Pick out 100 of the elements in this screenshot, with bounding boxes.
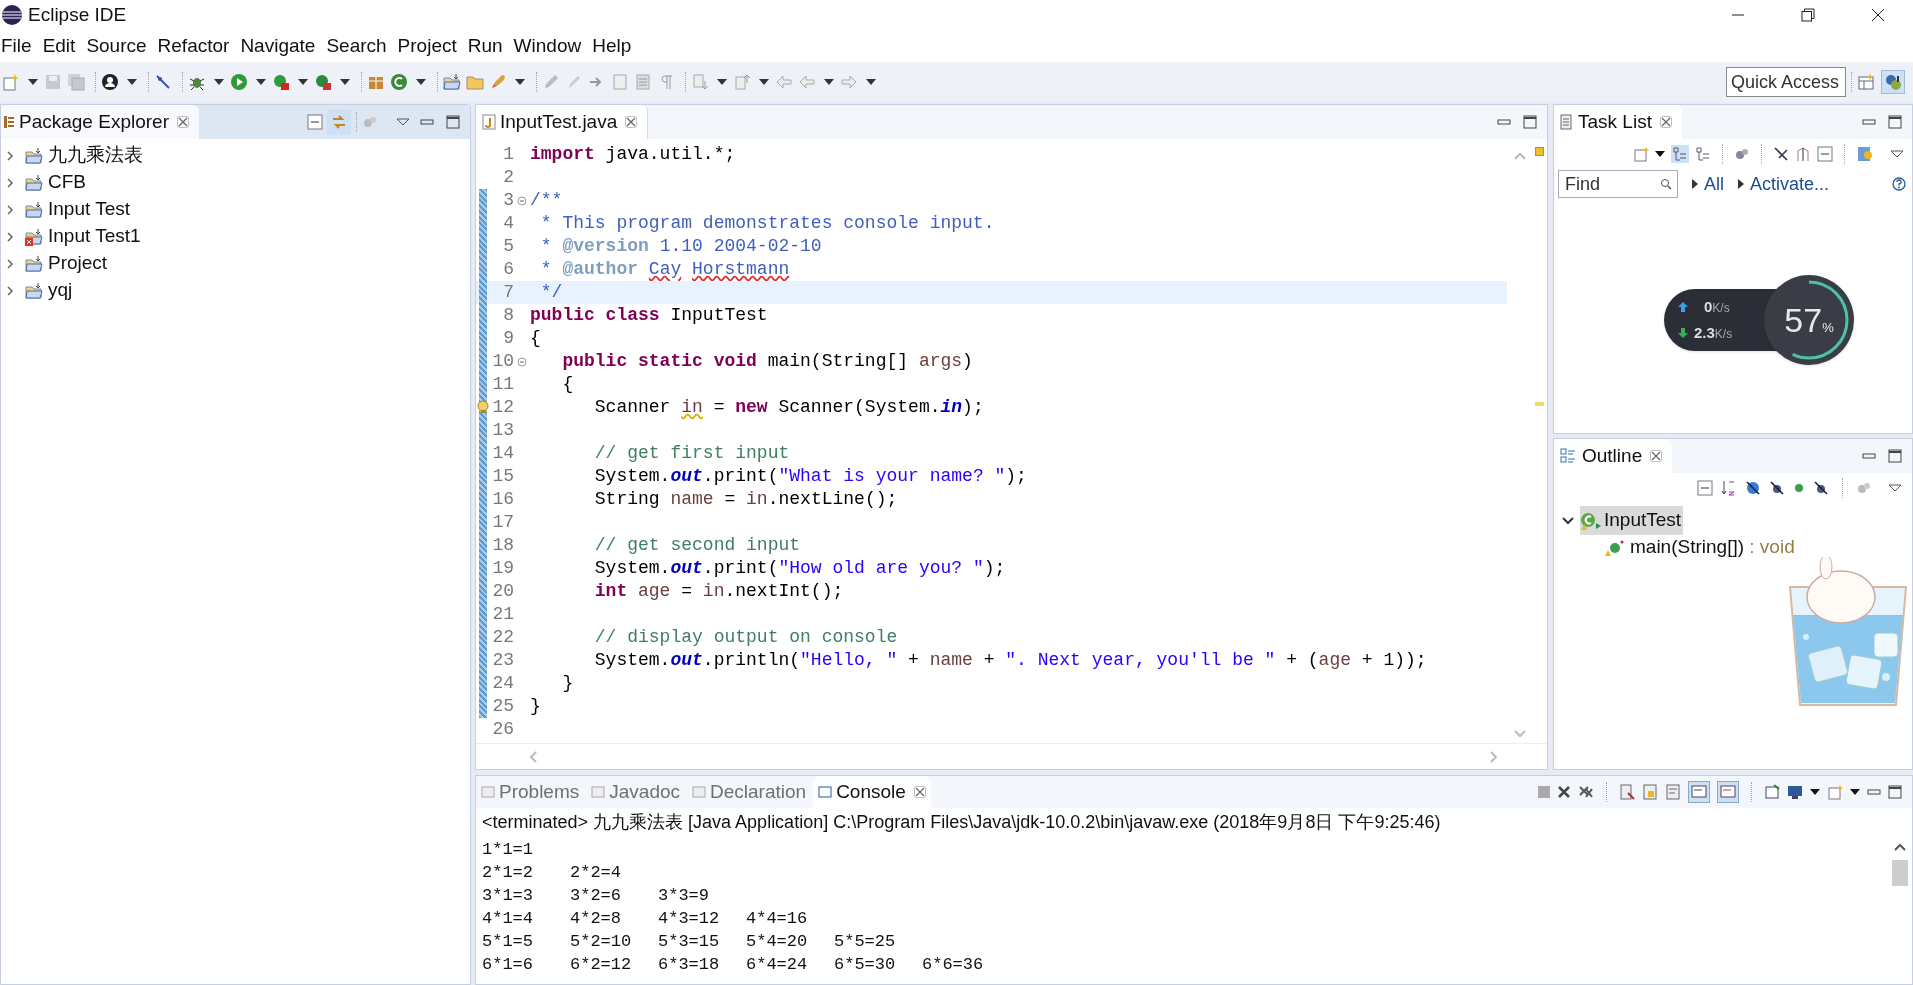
menu-item[interactable]: Run (466, 31, 513, 61)
outline-item[interactable]: InputTest (1580, 506, 1684, 535)
package-explorer-tab[interactable]: Package Explorer (1, 105, 199, 139)
filter-link[interactable]: Activate... (1750, 170, 1830, 198)
warning-marker[interactable] (1535, 147, 1544, 156)
outline-tab[interactable]: Outline (1554, 439, 1673, 473)
project-item[interactable]: Input Test1 (1, 223, 470, 250)
project-item[interactable]: CFB (1, 169, 470, 196)
outline-item[interactable]: main(String[]) : void (1604, 534, 1912, 561)
close-icon[interactable] (1659, 116, 1672, 128)
editor-tab[interactable]: InputTest.java (476, 105, 649, 139)
maximize-icon[interactable] (1523, 115, 1537, 129)
menu-item[interactable]: Navigate (239, 31, 326, 61)
java-perspective-button[interactable] (1881, 70, 1905, 94)
menu-item[interactable]: Refactor (156, 31, 240, 61)
view-tab[interactable]: Javadoc (586, 776, 686, 808)
maximize-icon[interactable] (1888, 115, 1902, 129)
pin-console-icon[interactable] (1764, 784, 1780, 800)
close-icon[interactable] (625, 116, 638, 128)
filter-link[interactable]: All (1704, 170, 1724, 198)
view-tab[interactable]: Console (813, 776, 931, 808)
menu-item[interactable]: Search (325, 31, 397, 61)
folder-icon[interactable] (466, 73, 484, 91)
open-folder-icon[interactable] (443, 73, 461, 91)
chevron-right-icon[interactable] (5, 285, 15, 296)
fold-icon[interactable] (517, 195, 527, 206)
clear-console-icon[interactable] (1619, 784, 1635, 800)
view-menu-icon[interactable] (1888, 484, 1902, 492)
collapse-all-icon[interactable] (1817, 146, 1833, 162)
show-on-output-button[interactable] (1688, 781, 1710, 803)
collapse-all-icon[interactable] (307, 114, 323, 130)
chevron-right-icon[interactable] (5, 150, 15, 161)
display-console-icon[interactable] (1787, 784, 1803, 800)
caret-icon[interactable] (340, 79, 350, 85)
run-tool-icon[interactable] (314, 73, 332, 91)
view-tab[interactable]: Declaration (687, 776, 812, 808)
maximize-icon[interactable] (1888, 785, 1902, 799)
chevron-right-icon[interactable] (5, 258, 15, 269)
caret-icon[interactable] (1810, 789, 1820, 795)
close-icon[interactable] (913, 786, 926, 798)
show-on-error-button[interactable] (1717, 781, 1739, 803)
perspective-icon[interactable] (1857, 73, 1875, 91)
view-tab[interactable]: Problems (476, 776, 585, 808)
collapse-all-icon[interactable] (1697, 480, 1713, 496)
help-icon[interactable] (1892, 177, 1906, 191)
caret-icon[interactable] (256, 79, 266, 85)
pin-icon[interactable] (154, 73, 172, 91)
menu-item[interactable]: Source (85, 31, 157, 61)
caret-icon[interactable] (28, 79, 38, 85)
caret-icon[interactable] (824, 79, 834, 85)
menu-item[interactable]: Project (396, 31, 467, 61)
caret-icon[interactable] (759, 79, 769, 85)
close-icon[interactable] (1650, 450, 1663, 462)
back-icon[interactable] (775, 73, 793, 91)
warning-bulb-icon[interactable] (476, 400, 490, 414)
caret-icon[interactable] (1655, 151, 1665, 157)
close-icon[interactable] (176, 116, 189, 128)
remove-all-icon[interactable] (1578, 785, 1594, 799)
chevron-right-icon[interactable] (5, 231, 15, 242)
view-menu-icon[interactable] (396, 118, 410, 126)
menu-item[interactable]: File (0, 31, 42, 61)
fold-icon[interactable] (517, 356, 527, 367)
filter-icon[interactable] (1734, 146, 1750, 162)
user-icon[interactable] (101, 73, 119, 91)
caret-icon[interactable] (1850, 789, 1860, 795)
caret-icon[interactable] (416, 79, 426, 85)
new-console-icon[interactable] (1827, 784, 1843, 800)
project-item[interactable]: Project (1, 250, 470, 277)
maximize-icon[interactable] (1888, 449, 1902, 463)
class-icon[interactable] (390, 73, 408, 91)
run-icon[interactable] (230, 73, 248, 91)
project-item[interactable]: 九九乘法表 (1, 142, 470, 169)
scroll-up-icon[interactable] (1893, 842, 1907, 852)
back-icon[interactable] (798, 73, 816, 91)
scrollbar-thumb[interactable] (1892, 860, 1908, 886)
new-file-icon[interactable] (2, 73, 20, 91)
sort-icon[interactable] (1721, 480, 1737, 496)
chevron-right-icon[interactable] (5, 204, 15, 215)
caret-icon[interactable] (127, 79, 137, 85)
caret-icon[interactable] (717, 79, 727, 85)
remove-launch-icon[interactable] (1557, 785, 1571, 799)
view-menu-icon[interactable] (1890, 150, 1904, 158)
task-list-tab[interactable]: Task List (1554, 105, 1682, 139)
caret-icon[interactable] (515, 79, 525, 85)
find-field[interactable]: Find (1558, 170, 1678, 198)
maximize-icon[interactable] (446, 115, 460, 129)
caret-icon[interactable] (866, 79, 876, 85)
caret-icon[interactable] (214, 79, 224, 85)
link-editor-button[interactable] (327, 109, 351, 135)
word-wrap-icon[interactable] (1665, 784, 1681, 800)
menu-item[interactable]: Help (591, 31, 642, 61)
caret-icon[interactable] (298, 79, 308, 85)
chevron-right-icon[interactable] (5, 177, 15, 188)
menu-item[interactable]: Edit (41, 31, 86, 61)
chevron-down-icon[interactable] (1562, 514, 1574, 527)
forward-icon[interactable] (840, 73, 858, 91)
menu-item[interactable]: Window (512, 31, 592, 61)
quick-access-field[interactable]: Quick Access (1726, 67, 1846, 97)
project-item[interactable]: yqj (1, 277, 470, 304)
scroll-lock-icon[interactable] (1642, 784, 1658, 800)
